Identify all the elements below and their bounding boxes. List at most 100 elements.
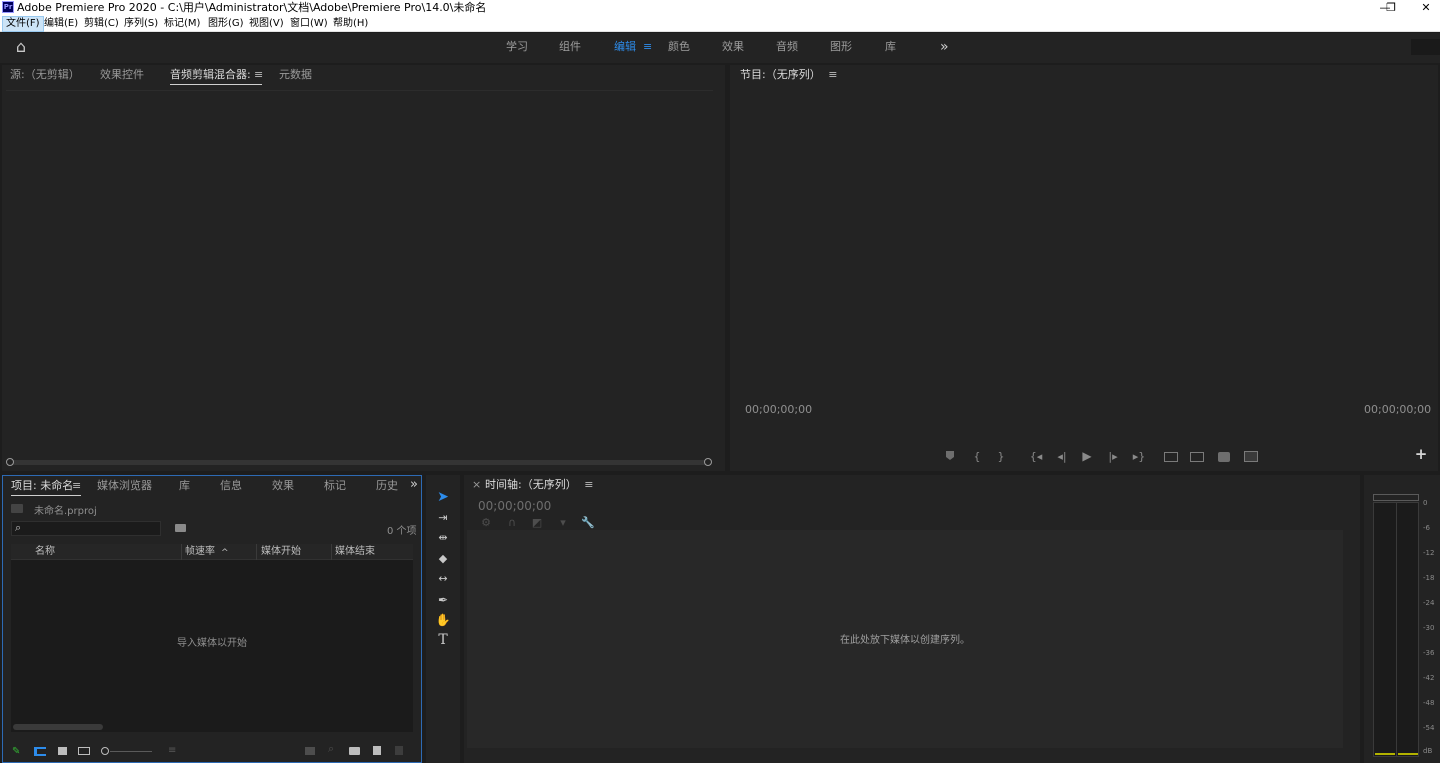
program-timecode-current[interactable]: 00;00;00;00 <box>745 403 812 416</box>
menu-sequence[interactable]: 序列(S) <box>121 16 161 32</box>
menu-graphics[interactable]: 图形(G) <box>205 16 247 32</box>
project-tab-strip: 项目: 未命名 ≡ 媒体浏览器 库 信息 效果 标记 历史 » <box>3 476 421 496</box>
writable-pencil-icon[interactable]: ✎ <box>12 747 22 757</box>
ripple-edit-tool-icon[interactable]: ⇹ <box>433 528 453 548</box>
pen-tool-icon[interactable]: ✒ <box>433 590 453 610</box>
column-media-end[interactable]: 媒体结束 <box>335 544 375 560</box>
tab-info[interactable]: 信息 <box>220 476 242 496</box>
go-to-out-icon[interactable]: ▸} <box>1132 449 1146 465</box>
tab-project[interactable]: 项目: 未命名 ≡ <box>11 476 81 496</box>
panel-tabs-more-icon[interactable]: » <box>410 476 418 495</box>
tab-libraries[interactable]: 库 <box>179 476 190 496</box>
trash-icon[interactable] <box>395 746 403 755</box>
track-select-tool-icon[interactable]: ⇥ <box>433 508 453 528</box>
project-file-name: 未命名.prproj <box>34 506 97 517</box>
audio-meter-panel: 0 -6 -12 -18 -24 -30 -36 -42 -48 -54 dB <box>1364 475 1440 763</box>
sort-ascending-icon[interactable]: ^ <box>221 545 229 561</box>
step-back-icon[interactable]: ◂| <box>1055 449 1069 465</box>
peak-indicator-area[interactable] <box>1373 494 1419 501</box>
menu-window[interactable]: 窗口(W) <box>287 16 331 32</box>
workspace-assembly[interactable]: 组件 <box>559 33 581 61</box>
close-window-button[interactable]: ✕ <box>1403 0 1440 16</box>
program-title[interactable]: 节目:（无序列） ≡ <box>740 65 837 85</box>
workspace-color[interactable]: 颜色 <box>668 33 690 61</box>
column-frame-rate[interactable]: 帧速率 <box>185 544 215 560</box>
tab-metadata[interactable]: 元数据 <box>279 65 312 85</box>
workspace-editing-menu-icon[interactable]: ≡ <box>643 33 652 61</box>
list-view-icon[interactable] <box>34 747 46 756</box>
automate-to-sequence-icon[interactable] <box>305 747 315 755</box>
lift-icon[interactable] <box>1164 452 1178 462</box>
zoom-slider-track[interactable] <box>110 751 152 752</box>
new-bin-icon[interactable] <box>349 747 360 755</box>
play-icon[interactable]: ▶ <box>1080 448 1094 464</box>
step-forward-icon[interactable]: |▸ <box>1106 449 1120 465</box>
horizontal-scrollbar[interactable] <box>7 460 712 465</box>
menu-marker[interactable]: 标记(M) <box>161 16 203 32</box>
project-search-field[interactable]: ⌕ <box>11 521 161 536</box>
tab-effects[interactable]: 效果 <box>272 476 294 496</box>
sort-icons-icon[interactable]: ≡ <box>168 746 178 756</box>
tab-markers[interactable]: 标记 <box>324 476 346 496</box>
scrollbar-left-handle-icon[interactable] <box>6 458 14 466</box>
add-marker-icon[interactable] <box>943 449 957 465</box>
timeline-settings-wrench-icon[interactable]: 🔧 <box>581 515 595 531</box>
project-list[interactable]: 名称 帧速率 ^ 媒体开始 媒体结束 导入媒体以开始 <box>11 544 413 732</box>
hand-tool-icon[interactable]: ✋ <box>433 610 453 630</box>
razor-tool-icon[interactable]: ◆ <box>433 549 453 569</box>
freeform-view-icon[interactable] <box>78 747 90 755</box>
add-marker-icon[interactable]: ▾ <box>556 515 570 531</box>
tab-history[interactable]: 历史 <box>376 476 398 496</box>
find-icon[interactable]: ⌕ <box>328 743 338 754</box>
icon-view-icon[interactable] <box>58 747 67 755</box>
workspace-libraries[interactable]: 库 <box>885 33 896 61</box>
column-media-start[interactable]: 媒体开始 <box>261 544 301 560</box>
column-name[interactable]: 名称 <box>35 544 55 560</box>
type-tool-icon[interactable]: T <box>433 630 453 650</box>
panel-menu-icon[interactable]: ≡ <box>828 68 837 81</box>
panel-menu-icon[interactable]: ≡ <box>72 476 81 496</box>
workspace-graphics[interactable]: 图形 <box>830 33 852 61</box>
workspace-audio[interactable]: 音频 <box>776 33 798 61</box>
new-search-bin-icon[interactable] <box>175 524 186 532</box>
tab-effect-controls[interactable]: 效果控件 <box>100 65 144 85</box>
workspace-editing[interactable]: 编辑 <box>614 33 636 61</box>
tab-audio-clip-mixer[interactable]: 音频剪辑混合器: ≡ <box>170 65 263 85</box>
go-to-in-icon[interactable]: {◂ <box>1029 449 1043 465</box>
zoom-slider-handle-icon[interactable] <box>101 747 109 755</box>
workspace-effects[interactable]: 效果 <box>722 33 744 61</box>
snap-icon[interactable]: ∩ <box>505 515 519 531</box>
menu-edit[interactable]: 编辑(E) <box>41 16 81 32</box>
menu-file[interactable]: 文件(F) <box>2 16 44 32</box>
panel-menu-icon[interactable]: ≡ <box>584 478 593 491</box>
linked-selection-icon[interactable]: ◩ <box>530 515 544 531</box>
scrollbar-right-handle-icon[interactable] <box>704 458 712 466</box>
tab-source[interactable]: 源:（无剪辑） <box>10 65 80 85</box>
new-item-icon[interactable] <box>373 746 381 755</box>
timeline-timecode[interactable]: 00;00;00;00 <box>478 499 551 513</box>
menu-view[interactable]: 视图(V) <box>246 16 287 32</box>
source-panel: 源:（无剪辑） 效果控件 音频剪辑混合器: ≡ 元数据 <box>2 65 725 471</box>
timeline-drop-area[interactable]: 在此处放下媒体以创建序列。 <box>467 530 1343 748</box>
button-editor-add-icon[interactable]: + <box>1414 446 1428 462</box>
insert-sequence-as-nest-icon[interactable]: ⚙ <box>479 515 493 531</box>
export-frame-icon[interactable] <box>1218 452 1230 462</box>
extract-icon[interactable] <box>1190 452 1204 462</box>
menu-clip[interactable]: 剪辑(C) <box>81 16 122 32</box>
project-search-input[interactable] <box>28 522 156 535</box>
mark-in-icon[interactable]: { <box>970 449 984 465</box>
panel-menu-icon[interactable]: ≡ <box>254 65 263 85</box>
slip-tool-icon[interactable]: ↔ <box>433 569 453 589</box>
project-list-scrollbar[interactable] <box>13 724 103 730</box>
selection-tool-icon[interactable]: ➤ <box>433 487 453 507</box>
audio-meter-channels[interactable] <box>1373 502 1419 757</box>
close-panel-icon[interactable]: × <box>472 475 481 495</box>
timeline-title[interactable]: 时间轴:（无序列） ≡ <box>485 475 593 495</box>
workspaces-more-icon[interactable]: » <box>940 33 949 61</box>
mark-out-icon[interactable]: } <box>994 449 1008 465</box>
tab-media-browser[interactable]: 媒体浏览器 <box>97 476 152 496</box>
menu-help[interactable]: 帮助(H) <box>330 16 371 32</box>
workspace-learn[interactable]: 学习 <box>506 33 528 61</box>
comparison-view-icon[interactable] <box>1244 451 1258 462</box>
home-icon[interactable]: ⌂ <box>12 38 30 56</box>
